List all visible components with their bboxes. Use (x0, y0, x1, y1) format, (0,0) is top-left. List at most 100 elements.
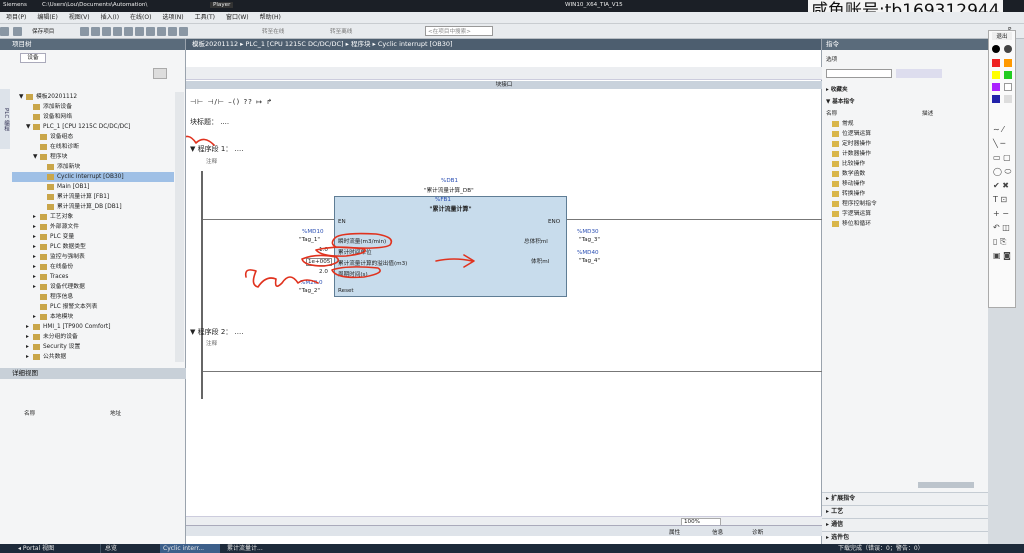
tree-expand-icon[interactable]: ▸ (33, 272, 40, 282)
undo-icon[interactable] (124, 27, 133, 36)
instruction-search-input[interactable] (826, 69, 892, 78)
instruction-folder[interactable]: 计数器操作 (826, 149, 976, 159)
instruction-folder[interactable]: 移动操作 (826, 179, 976, 189)
instruction-folder[interactable]: 定时器操作 (826, 139, 976, 149)
page-tool-icon[interactable]: ▯ ⎘ (993, 235, 1011, 249)
menu-item[interactable]: 工具(T) (195, 12, 215, 24)
favorites-section[interactable]: ▸ 收藏夹 (826, 85, 988, 93)
tree-item[interactable]: ▸ 设备代理数据 (12, 282, 174, 292)
upload-icon[interactable] (168, 27, 177, 36)
delete-icon[interactable] (113, 27, 122, 36)
tree-item[interactable]: ▸ 外部源文件 (12, 222, 174, 232)
tree-item[interactable]: Main [OB1] (12, 182, 174, 192)
portal-view-button[interactable]: ◂ Portal 视图 (18, 544, 54, 553)
redo-icon[interactable] (135, 27, 144, 36)
tree-item[interactable]: 添加新块 (12, 162, 174, 172)
color-red[interactable] (992, 59, 1000, 67)
menu-item[interactable]: 插入(I) (101, 12, 119, 24)
task-cyclic-interrupt[interactable]: Cyclic interr... (160, 544, 220, 553)
tree-expand-icon[interactable]: ▸ (33, 252, 40, 262)
line-tool-icon[interactable]: ╲ ─ (993, 137, 1011, 151)
color-blue[interactable] (992, 95, 1000, 103)
instr-scrollbar[interactable] (918, 482, 974, 488)
tree-view-icon[interactable] (153, 68, 167, 79)
tree-item[interactable]: ▸ 未分组的设备 (12, 332, 174, 342)
tree-scrollbar[interactable] (175, 92, 184, 362)
rect-tool-icon[interactable]: ▭ ▢ (993, 151, 1011, 165)
instruction-category[interactable]: ▸ 工艺 (822, 505, 988, 518)
project-search-input[interactable]: <在项目中搜索> (425, 26, 493, 36)
menu-item[interactable]: 项目(P) (6, 12, 26, 24)
tree-item[interactable]: PLC 报警文本列表 (12, 302, 174, 312)
pen-small-icon[interactable] (992, 45, 1000, 53)
tree-item[interactable]: ▸ PLC 数据类型 (12, 242, 174, 252)
tree-expand-icon[interactable]: ▸ (26, 342, 33, 352)
tree-expand-icon[interactable]: ▸ (33, 242, 40, 252)
instruction-folder[interactable]: 比较操作 (826, 159, 976, 169)
tree-item[interactable]: ▸ 工艺对象 (12, 212, 174, 222)
tree-item[interactable]: ▼ 程序块 (12, 152, 174, 162)
instruction-folder[interactable]: 常规 (826, 119, 976, 129)
menu-item[interactable]: 在线(O) (130, 12, 151, 24)
tree-expand-icon[interactable]: ▸ (26, 332, 33, 342)
tree-item[interactable]: ▸ Traces (12, 272, 174, 282)
tree-expand-icon[interactable]: ▸ (26, 352, 33, 362)
menu-item[interactable]: 窗口(W) (226, 12, 249, 24)
tree-item[interactable]: 程序信息 (12, 292, 174, 302)
color-green[interactable] (1004, 71, 1012, 79)
instruction-category[interactable]: ▸ 选件包 (822, 531, 988, 544)
tree-expand-icon[interactable]: ▼ (26, 122, 33, 132)
tree-item[interactable]: ▼ PLC_1 [CPU 1215C DC/DC/DC] (12, 122, 174, 132)
tree-expand-icon[interactable]: ▸ (33, 222, 40, 232)
tree-expand-icon[interactable]: ▸ (33, 282, 40, 292)
tree-item[interactable]: ▸ Security 设置 (12, 342, 174, 352)
instruction-folder[interactable]: 数学函数 (826, 169, 976, 179)
check-tool-icon[interactable]: ✔ ✖ (993, 179, 1011, 193)
basic-instructions-section[interactable]: ▼ 基本指令 (826, 97, 988, 105)
detail-view-header[interactable]: 详细视图 (0, 368, 186, 379)
instruction-folder[interactable]: 位逻辑运算 (826, 129, 976, 139)
copy-icon[interactable] (91, 27, 100, 36)
tree-item[interactable]: Cyclic interrupt [OB30] (12, 172, 174, 182)
task-flow-calc[interactable]: 累计流量计... (224, 544, 282, 553)
task-overview[interactable]: 总览 (100, 544, 158, 553)
menu-item[interactable]: 编辑(E) (37, 12, 57, 24)
tree-item[interactable]: 设备和网络 (12, 112, 174, 122)
instruction-category[interactable]: ▸ 扩展指令 (822, 492, 988, 505)
tree-item[interactable]: ▸ HMI_1 [TP900 Comfort] (12, 322, 174, 332)
tree-expand-icon[interactable]: ▼ (19, 92, 26, 102)
instruction-category[interactable]: ▸ 通信 (822, 518, 988, 531)
go-offline-button[interactable]: 转至离线 (330, 27, 352, 35)
tree-expand-icon[interactable]: ▸ (26, 322, 33, 332)
color-orange[interactable] (1004, 59, 1012, 67)
curve-tool-icon[interactable]: ∼ ⁄ (993, 123, 1011, 137)
undo-tool-icon[interactable]: ↶ ◫ (993, 221, 1011, 235)
tree-expand-icon[interactable]: ▸ (33, 312, 40, 322)
tree-item[interactable]: ▸ 公共数据 (12, 352, 174, 362)
color-white[interactable] (1004, 83, 1012, 91)
color-grey[interactable] (1004, 95, 1012, 103)
menu-item[interactable]: 帮助(H) (260, 12, 281, 24)
tree-expand-icon[interactable]: ▼ (33, 152, 40, 162)
color-purple[interactable] (992, 83, 1000, 91)
plus-tool-icon[interactable]: + − (993, 207, 1011, 221)
simulate-icon[interactable] (179, 27, 188, 36)
tab-devices[interactable]: 设备 (20, 53, 46, 63)
tree-expand-icon[interactable]: ▸ (33, 212, 40, 222)
instruction-folder[interactable]: 字逻辑运算 (826, 209, 976, 219)
options-toolbar[interactable] (896, 69, 942, 78)
tree-item[interactable]: ▸ 在线备份 (12, 262, 174, 272)
save-tool-icon[interactable]: ▣ ◙ (993, 249, 1011, 263)
tree-expand-icon[interactable]: ▸ (33, 262, 40, 272)
instruction-folder[interactable]: 程序控制指令 (826, 199, 976, 209)
plc-programming-side-tab[interactable]: PLC 编程 (0, 89, 10, 149)
instruction-folder[interactable]: 移位和循环 (826, 219, 976, 229)
tree-item[interactable]: ▼ 模板20201112 (12, 92, 174, 102)
tree-item[interactable]: ▸ 本地模块 (12, 312, 174, 322)
tree-expand-icon[interactable]: ▸ (33, 232, 40, 242)
open-project-icon[interactable] (13, 27, 23, 36)
tree-item[interactable]: 累计流量计算 [FB1] (12, 192, 174, 202)
tree-item[interactable]: 添加新设备 (12, 102, 174, 112)
new-project-icon[interactable] (0, 27, 9, 36)
paste-icon[interactable] (102, 27, 111, 36)
